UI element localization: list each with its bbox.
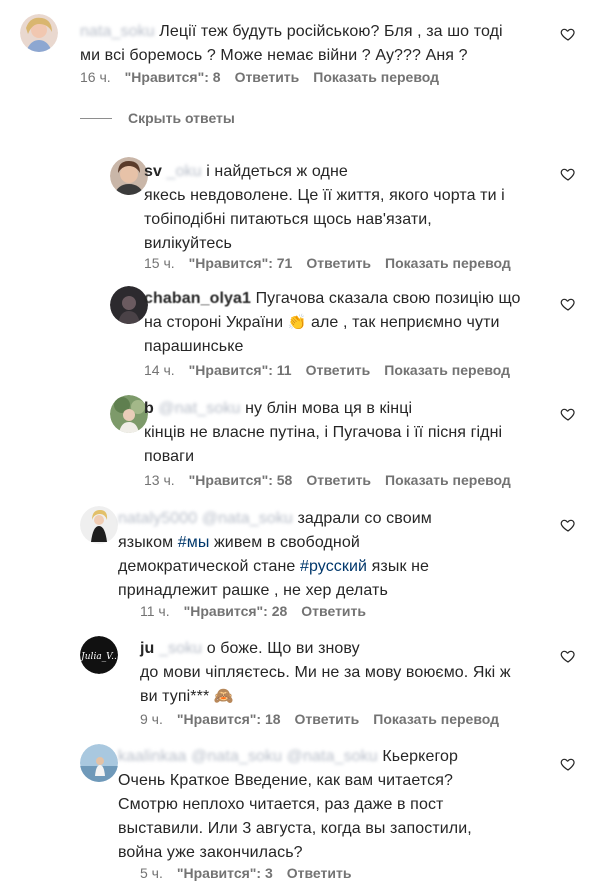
divider-line [80,117,112,119]
see-no-evil-monkey-emoji-icon: 🙈 [213,688,234,705]
comment-meta: 16 ч. "Нравится": 8 Ответить Показать пе… [80,69,439,85]
hide-replies-button[interactable]: Скрыть ответы [80,110,235,126]
avatar-image [80,506,118,544]
username[interactable]: nataly5000 @nata_soku [118,510,293,527]
comment-meta: 14 ч. "Нравится": 11 Ответить Показать п… [144,362,510,378]
avatar-label: Julia_V.. [80,652,117,662]
comment-text-line: выставили. Или 3 августа, когда вы запос… [118,820,472,837]
avatar[interactable] [110,286,148,324]
heart-icon[interactable] [560,406,576,422]
heart-icon[interactable] [560,26,576,42]
comment-text-line: языком #мы живем в свободной [118,534,360,551]
reply-button[interactable]: Ответить [235,69,300,85]
comment-text-line: парашинське [144,338,244,355]
comment-meta: 11 ч. "Нравится": 28 Ответить [140,603,366,619]
avatar[interactable]: Julia_V.. [80,636,118,674]
comment-text: chaban_olya1 Пугачова сказала свою позиц… [144,290,521,307]
timestamp[interactable]: 5 ч. [140,865,163,881]
reply-button[interactable]: Ответить [295,711,360,727]
translate-button[interactable]: Показать перевод [385,472,511,488]
avatar[interactable] [20,14,58,52]
comment-text-line: кінців не власне путіна, і Пугачова і її… [144,424,503,441]
comment-text-line: ви тупі*** 🙈 [140,685,234,709]
heart-icon[interactable] [560,648,576,664]
avatar[interactable] [110,157,148,195]
avatar-image [110,395,148,433]
timestamp[interactable]: 9 ч. [140,711,163,727]
reply-button[interactable]: Ответить [287,865,352,881]
reply-button[interactable]: Ответить [306,255,371,271]
timestamp[interactable]: 14 ч. [144,362,175,378]
likes-count[interactable]: "Нравится": 71 [189,255,293,271]
comment-text: nataly5000 @nata_soku задрали со своим [118,510,432,527]
username[interactable]: chaban_olya1 [144,290,251,307]
comment-text-line: Смотрю неплохо читается, раз даже в пост [118,796,444,813]
comment-text-line: до мови чіпляєтесь. Ми не за мову воюємо… [140,664,511,681]
likes-count[interactable]: "Нравится": 11 [189,362,292,378]
likes-count[interactable]: "Нравится": 28 [184,603,288,619]
avatar[interactable] [110,395,148,433]
username[interactable]: b @nat_soku [144,400,241,417]
timestamp[interactable]: 15 ч. [144,255,175,271]
comment-meta: 13 ч. "Нравится": 58 Ответить Показать п… [144,472,511,488]
comment-text-line: поваги [144,448,195,465]
comment-text: b @nat_soku ну блін мова ця в кінці [144,400,413,417]
likes-count[interactable]: "Нравится": 3 [177,865,273,881]
comment-meta: 9 ч. "Нравится": 18 Ответить Показать пе… [140,711,499,727]
comment-text-line: принадлежит рашке , не хер делать [118,582,388,599]
likes-count[interactable]: "Нравится": 58 [189,472,293,488]
reply-button[interactable]: Ответить [301,603,366,619]
heart-icon[interactable] [560,296,576,312]
translate-button[interactable]: Показать перевод [313,69,439,85]
reply-button[interactable]: Ответить [306,472,371,488]
translate-button[interactable]: Показать перевод [384,362,510,378]
comment-text: sv _oku і найдеться ж одне [144,163,348,180]
reply-button[interactable]: Ответить [306,362,371,378]
comment-text: ju _soku о боже. Що ви знову [140,640,360,657]
hashtag-link[interactable]: #мы [178,534,210,551]
heart-icon[interactable] [560,166,576,182]
comment-meta: 15 ч. "Нравится": 71 Ответить Показать п… [144,255,511,271]
avatar-image [80,744,118,782]
comment-text-line: якесь невдоволене. Це її життя, якого чо… [144,187,505,204]
avatar-image: Julia_V.. [80,636,118,674]
timestamp[interactable]: 13 ч. [144,472,175,488]
translate-button[interactable]: Показать перевод [373,711,499,727]
heart-icon[interactable] [560,756,576,772]
username[interactable]: kaalinkaa @nata_soku @nata_soku [118,748,378,765]
timestamp[interactable]: 16 ч. [80,69,111,85]
comment-text-line: ми всі боремось ? Може немає війни ? Ау?… [80,47,468,64]
comment-text-line: на стороні України 👏 але , так неприємно… [144,311,500,335]
hide-replies-label: Скрыть ответы [128,110,235,126]
avatar[interactable] [80,744,118,782]
avatar-image [110,157,148,195]
likes-count[interactable]: "Нравится": 8 [125,69,221,85]
translate-button[interactable]: Показать перевод [385,255,511,271]
timestamp[interactable]: 11 ч. [140,603,170,619]
comment-text-line: тобіподібні питаються щось нав'язати, [144,211,432,228]
comment-text: kaalinkaa @nata_soku @nata_soku Кьеркего… [118,748,459,765]
comment-text: nata_soku Леції теж будуть російською? Б… [80,23,503,40]
username[interactable]: nata_soku [80,23,155,40]
comment-text-line: демократической стане #русский язык не [118,558,430,575]
comment-text-line: вилікуйтесь [144,235,232,252]
comment-meta: 5 ч. "Нравится": 3 Ответить [140,865,351,881]
comment-text-line: война уже закончилась? [118,844,303,861]
username[interactable]: ju _soku [140,640,202,657]
likes-count[interactable]: "Нравится": 18 [177,711,281,727]
avatar-image [110,286,148,324]
comment-text-line: Очень Краткое Введение, как вам читается… [118,772,454,789]
username[interactable]: sv _oku [144,163,202,180]
clap-emoji-icon: 👏 [287,314,307,331]
heart-icon[interactable] [560,517,576,533]
avatar[interactable] [80,506,118,544]
avatar-image [20,14,58,52]
hashtag-link[interactable]: #русский [300,558,367,575]
